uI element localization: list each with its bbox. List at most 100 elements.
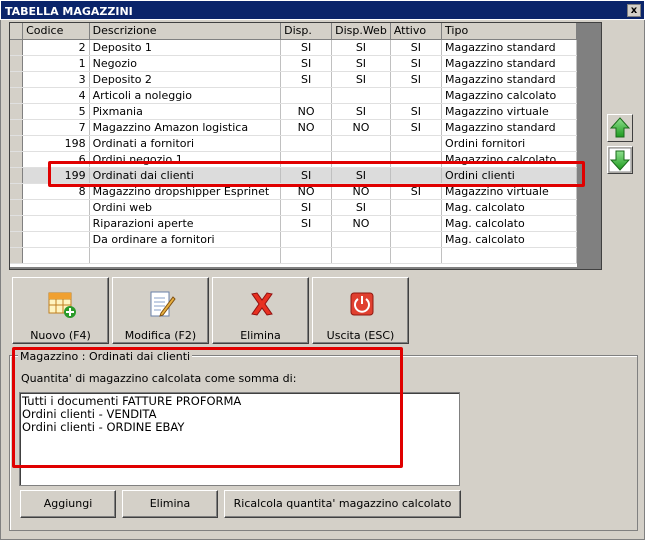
table-cell xyxy=(22,231,90,248)
table-cell: SI xyxy=(390,183,443,200)
table-cell: 198 xyxy=(22,135,90,152)
table-cell: Magazzino virtuale xyxy=(441,183,577,200)
column-header-codice[interactable]: Codice xyxy=(22,23,90,40)
row-indicator[interactable] xyxy=(10,39,24,56)
grid-header-indicator xyxy=(10,23,24,40)
table-cell: 2 xyxy=(22,39,90,56)
table-row[interactable]: 7 Magazzino Amazon logistica NO NO SI Magazzi… xyxy=(10,119,577,136)
table-cell: 4 xyxy=(22,87,90,104)
table-cell: NO xyxy=(280,103,333,120)
column-header-attivo[interactable]: Attivo xyxy=(390,23,443,40)
row-indicator[interactable] xyxy=(10,135,24,152)
table-cell: 7 xyxy=(22,119,90,136)
edit-document-icon xyxy=(150,291,176,317)
window-title: TABELLA MAGAZZINI xyxy=(5,5,133,18)
table-cell xyxy=(390,167,443,184)
table-cell xyxy=(22,199,90,216)
row-indicator[interactable] xyxy=(10,199,24,216)
table-cell: SI xyxy=(280,199,333,216)
table-cell: SI xyxy=(331,103,391,120)
table-row[interactable]: 6 Ordini negozio 1 Magazzino calcolato xyxy=(10,151,577,168)
table-cell: Magazzino standard xyxy=(441,39,577,56)
row-indicator[interactable] xyxy=(10,231,24,248)
aggiungi-button[interactable]: Aggiungi xyxy=(20,490,116,518)
table-row[interactable]: 199 Ordinati dai clienti SI SI Ordini client… xyxy=(10,167,577,184)
nuovo-button[interactable]: Nuovo (F4) xyxy=(12,277,109,344)
table-cell xyxy=(390,151,443,168)
table-cell: SI xyxy=(390,71,443,88)
table-cell xyxy=(280,87,333,104)
table-cell: Ordinati dai clienti xyxy=(89,167,282,184)
table-cell: 8 xyxy=(22,183,90,200)
table-cell: Mag. calcolato xyxy=(441,231,577,248)
arrow-down-icon xyxy=(608,147,632,173)
close-button[interactable]: x xyxy=(627,4,641,17)
empty-cell xyxy=(441,247,577,264)
move-down-button[interactable] xyxy=(607,146,633,174)
modifica-button[interactable]: Modifica (F2) xyxy=(112,277,209,344)
table-cell xyxy=(390,87,443,104)
table-cell: Da ordinare a fornitori xyxy=(89,231,282,248)
table-row[interactable]: 4 Articoli a noleggio Magazzino calcolato xyxy=(10,87,577,104)
table-cell: Magazzino calcolato xyxy=(441,151,577,168)
delete-x-icon xyxy=(251,292,273,316)
table-cell: SI xyxy=(280,71,333,88)
row-indicator[interactable] xyxy=(10,183,24,200)
table-cell: Deposito 2 xyxy=(89,71,282,88)
row-indicator[interactable] xyxy=(10,103,24,120)
table-cell: Ordini fornitori xyxy=(441,135,577,152)
row-indicator[interactable] xyxy=(10,215,24,232)
table-cell: 3 xyxy=(22,71,90,88)
row-indicator[interactable] xyxy=(10,55,24,72)
elimina-source-button[interactable]: Elimina xyxy=(122,490,218,518)
column-header-disp-web[interactable]: Disp.Web xyxy=(331,23,391,40)
table-cell xyxy=(331,135,391,152)
list-item[interactable]: Ordini clienti - ORDINE EBAY xyxy=(22,421,457,434)
table-cell: SI xyxy=(331,71,391,88)
table-cell: Magazzino standard xyxy=(441,71,577,88)
row-indicator[interactable] xyxy=(10,87,24,104)
table-row[interactable]: 1 Negozio SI SI SI Magazzino standard xyxy=(10,55,577,72)
move-up-button[interactable] xyxy=(607,114,633,142)
row-indicator[interactable] xyxy=(10,151,24,168)
table-cell: NO xyxy=(331,183,391,200)
table-row[interactable]: 8 Magazzino dropshipper Esprinet NO NO SI Mag… xyxy=(10,183,577,200)
row-indicator[interactable] xyxy=(10,71,24,88)
table-cell: 1 xyxy=(22,55,90,72)
table-row[interactable]: Riparazioni aperte SI NO Mag. calcolato xyxy=(10,215,577,232)
table-row[interactable]: Ordini web SI SI Mag. calcolato xyxy=(10,199,577,216)
modifica-label: Modifica (F2) xyxy=(124,329,197,342)
row-indicator[interactable] xyxy=(10,167,24,184)
table-cell: Deposito 1 xyxy=(89,39,282,56)
ricalcola-button[interactable]: Ricalcola quantita' magazzino calcolato xyxy=(224,490,461,518)
table-cell: Ordini web xyxy=(89,199,282,216)
table-row[interactable]: 198 Ordinati a fornitori Ordini fornitori xyxy=(10,135,577,152)
table-cell: NO xyxy=(331,215,391,232)
table-row[interactable]: 3 Deposito 2 SI SI SI Magazzino standard xyxy=(10,71,577,88)
detail-subtitle: Quantita' di magazzino calcolata come so… xyxy=(21,372,297,385)
table-cell: Magazzino standard xyxy=(441,119,577,136)
elimina-button[interactable]: Elimina xyxy=(212,277,309,344)
calculated-sources-list[interactable]: Tutti i documenti FATTURE PROFORMA Ordin… xyxy=(19,392,460,486)
uscita-label: Uscita (ESC) xyxy=(326,329,395,342)
row-indicator[interactable] xyxy=(10,119,24,136)
column-header-disp[interactable]: Disp. xyxy=(280,23,333,40)
table-cell xyxy=(280,151,333,168)
table-row[interactable]: Da ordinare a fornitori Mag. calcolato xyxy=(10,231,577,248)
column-header-tipo[interactable]: Tipo xyxy=(441,23,577,40)
warehouse-grid[interactable]: Codice Descrizione Disp. Disp.Web Attivo… xyxy=(10,23,577,267)
window-titlebar: TABELLA MAGAZZINI x xyxy=(0,0,645,20)
table-cell: Ordini clienti xyxy=(441,167,577,184)
empty-cell xyxy=(331,247,391,264)
table-cell xyxy=(390,135,443,152)
elimina-label: Elimina xyxy=(240,329,281,342)
uscita-button[interactable]: Uscita (ESC) xyxy=(312,277,409,344)
table-row[interactable]: 2 Deposito 1 SI SI SI Magazzino standard xyxy=(10,39,577,56)
table-cell: Ordini negozio 1 xyxy=(89,151,282,168)
empty-cell xyxy=(22,247,90,264)
table-row[interactable]: 5 Pixmania NO SI SI Magazzino virtuale xyxy=(10,103,577,120)
table-cell: Pixmania xyxy=(89,103,282,120)
table-cell: SI xyxy=(280,55,333,72)
column-header-descrizione[interactable]: Descrizione xyxy=(89,23,282,40)
table-cell: 5 xyxy=(22,103,90,120)
